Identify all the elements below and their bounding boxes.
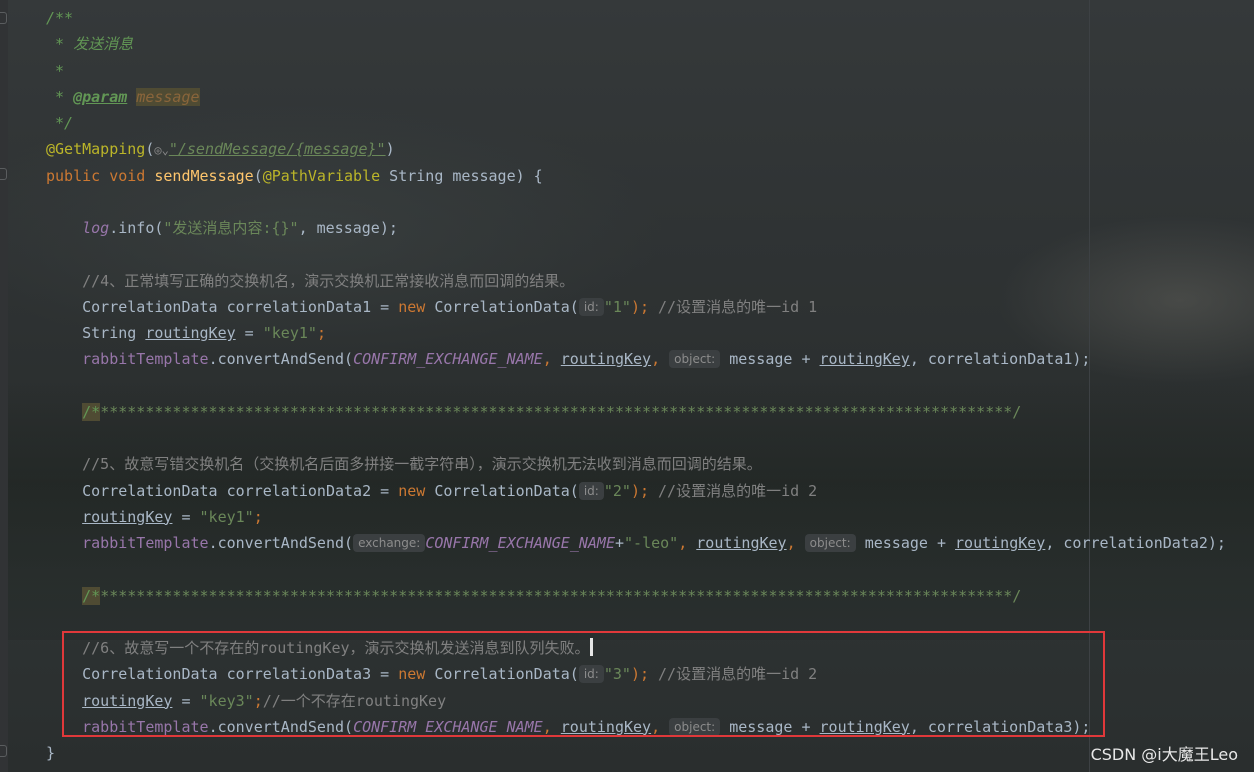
doc-comment: *: [46, 87, 74, 106]
fold-marker-icon[interactable]: [0, 168, 7, 180]
variable-routingkey: routingKey: [955, 534, 1046, 552]
code-line: public void sendMessage(@PathVariable St…: [46, 166, 543, 185]
keyword: void: [109, 166, 146, 185]
method-name: sendMessage: [154, 166, 254, 185]
type-name: String: [82, 324, 137, 342]
code-line: /**: [46, 5, 1226, 31]
call-args: , correlationData2);: [1045, 534, 1226, 552]
endpoint-url[interactable]: "/sendMessage/{message}": [169, 140, 386, 158]
code-line: CorrelationData correlationData1 = new C…: [82, 297, 818, 316]
keyword: new: [398, 481, 426, 500]
code-line: String routingKey = "key1";: [82, 324, 326, 342]
method-call: .convertAndSend(: [208, 534, 354, 552]
constant: CONFIRM_EXCHANGE_NAME: [425, 534, 615, 552]
doc-comment: /**: [46, 9, 74, 27]
code-line: /***************************************…: [46, 399, 1226, 425]
string-literal: "1": [603, 297, 631, 316]
type-name: CorrelationData: [82, 297, 218, 316]
separator-comment: ****************************************…: [100, 586, 1022, 605]
log-call: .info(: [109, 219, 164, 237]
code-line: /***************************************…: [46, 583, 1226, 609]
code-line: * @param message: [46, 84, 1226, 110]
param-hint: object:: [804, 534, 856, 552]
globe-icon[interactable]: ◎⌄: [154, 143, 168, 157]
variable-decl: correlationData1 =: [217, 297, 399, 316]
string-literal: "key1": [199, 507, 254, 526]
method-call: .convertAndSend(: [208, 350, 354, 369]
code-line: routingKey = "key1";: [82, 507, 263, 526]
string-literal: "发送消息内容:{}": [163, 219, 299, 237]
separator-comment: /*: [82, 402, 101, 421]
line-comment: //设置消息的唯一id 2: [658, 481, 818, 500]
field-rabbittemplate: rabbitTemplate: [82, 534, 209, 552]
string-literal: "2": [603, 481, 631, 500]
code-line: rabbitTemplate.convertAndSend(exchange: C…: [82, 534, 1226, 552]
log-args: , message);: [298, 219, 398, 237]
annotation-pathvariable: @PathVariable: [262, 166, 381, 185]
expression: message +: [855, 534, 956, 552]
expression: message +: [720, 350, 820, 369]
log-field: log: [82, 219, 110, 237]
doc-comment: *: [46, 61, 65, 80]
variable-routingkey: routingKey: [560, 350, 652, 369]
separator-comment: ****************************************…: [100, 402, 1022, 421]
doc-comment: * 发送消息: [46, 35, 134, 54]
code-line: //5、故意写错交换机名（交换机名后面多拼接一截字符串），演示交换机无法收到消息…: [46, 451, 1226, 477]
keyword: new: [398, 297, 426, 316]
code-line: *: [46, 58, 1226, 84]
doc-param-name: message: [136, 87, 200, 106]
code-line: CorrelationData correlationData2 = new C…: [82, 481, 818, 500]
separator-comment: /*: [82, 586, 101, 605]
line-comment: //设置消息的唯一id 1: [658, 297, 818, 316]
param-hint: object:: [669, 350, 721, 369]
param-hint: id:: [578, 297, 604, 316]
code-line: @GetMapping(◎⌄"/sendMessage/{message}"): [46, 140, 395, 159]
editor-gutter[interactable]: [0, 0, 8, 772]
constructor-call: CorrelationData(: [425, 481, 579, 500]
doc-comment: */: [46, 114, 74, 132]
call-args: , correlationData1);: [909, 350, 1091, 369]
closing-brace: }: [46, 744, 56, 762]
watermark: CSDN @i大魔王Leo: [1090, 745, 1238, 764]
variable-decl: correlationData2 =: [217, 481, 399, 500]
doc-param-tag: @param: [73, 87, 128, 106]
line-comment: //5、故意写错交换机名（交换机名后面多拼接一截字符串），演示交换机无法收到消息…: [82, 455, 762, 474]
code-line: rabbitTemplate.convertAndSend(CONFIRM_EX…: [82, 350, 1091, 369]
keyword: public: [46, 166, 101, 185]
string-literal: "-leo": [624, 534, 679, 552]
code-line: //4、正常填写正确的交换机名，演示交换机正常接收消息而回调的结果。: [46, 268, 1226, 294]
code-line: }: [46, 740, 1226, 766]
string-literal: "key1": [262, 324, 317, 342]
fold-marker-icon[interactable]: [0, 12, 7, 24]
fold-marker-icon[interactable]: [0, 745, 7, 757]
variable-routingkey: routingKey: [145, 324, 236, 342]
line-comment: //4、正常填写正确的交换机名，演示交换机正常接收消息而回调的结果。: [82, 271, 575, 290]
param-declaration: String message) {: [380, 166, 543, 185]
variable-routingkey: routingKey: [696, 534, 787, 552]
param-hint: exchange:: [353, 534, 426, 552]
code-line: * 发送消息: [46, 31, 1226, 57]
variable-routingkey: routingKey: [82, 507, 173, 526]
constructor-call: CorrelationData(: [425, 297, 579, 316]
param-hint: id:: [578, 481, 604, 500]
constant: CONFIRM_EXCHANGE_NAME: [353, 350, 543, 369]
field-rabbittemplate: rabbitTemplate: [82, 350, 209, 369]
highlight-box: [62, 631, 1105, 737]
annotation-getmapping: @GetMapping: [46, 140, 146, 159]
code-line: log.info("发送消息内容:{}", message);: [46, 215, 1226, 241]
code-line: */: [46, 110, 1226, 136]
type-name: CorrelationData: [82, 481, 218, 500]
variable-routingkey: routingKey: [819, 350, 910, 369]
